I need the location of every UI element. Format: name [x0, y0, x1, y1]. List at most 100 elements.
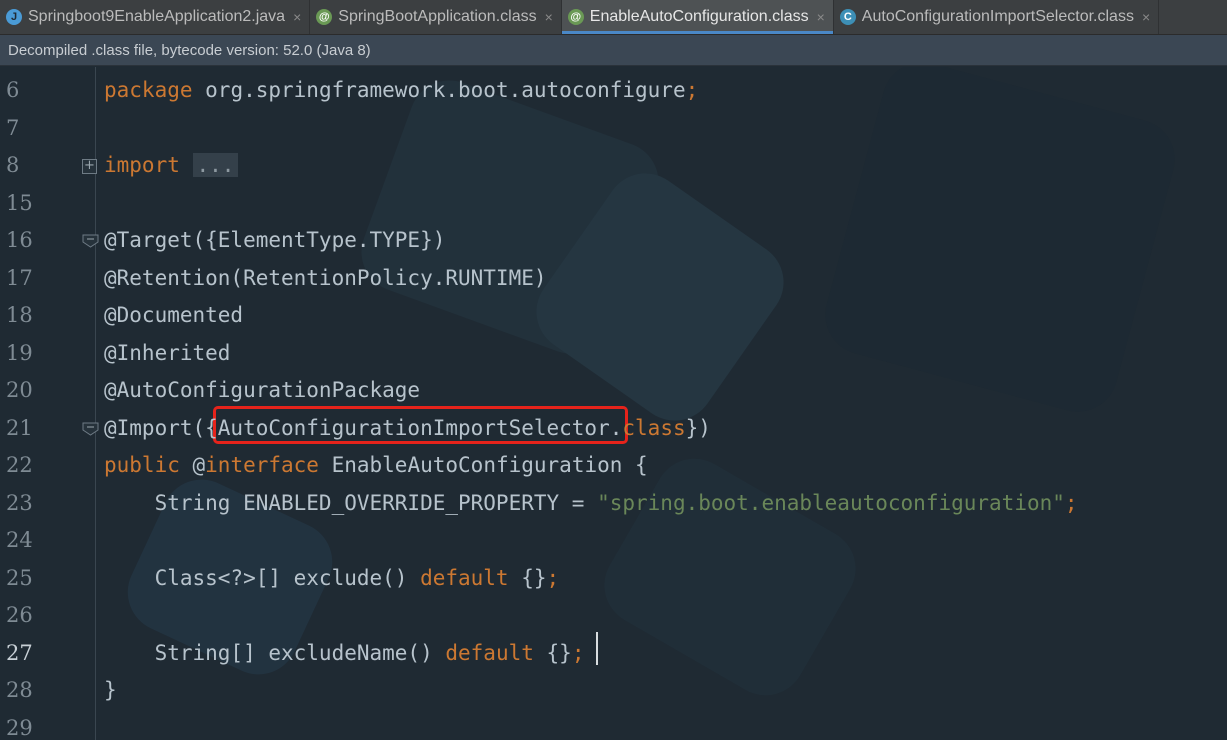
annotation-icon: @ — [316, 9, 333, 25]
code-token: @ — [179, 453, 206, 477]
keyword-token: ; — [571, 640, 585, 665]
java-file-icon: J — [6, 9, 22, 25]
code-text: public @interface EnableAutoConfiguratio… — [104, 447, 648, 484]
line-number: 20 — [6, 378, 33, 402]
code-line[interactable]: 15 — [0, 185, 1227, 222]
code-text: package org.springframework.boot.autocon… — [104, 72, 698, 109]
editor-tab[interactable]: @ SpringBootApplication.class × — [310, 0, 562, 34]
line-number: 27 — [6, 640, 33, 665]
code-text: @Target({ElementType.TYPE}) — [104, 222, 445, 259]
keyword-token: package — [104, 78, 193, 102]
line-number: 25 — [6, 565, 33, 590]
code-line[interactable]: 22 public @interface EnableAutoConfigurat… — [0, 447, 1227, 484]
class-icon: C — [839, 9, 856, 25]
code-line[interactable]: 28} — [0, 672, 1227, 709]
code-token: . — [609, 415, 623, 440]
close-icon[interactable]: × — [545, 9, 553, 25]
line-number: 8 — [6, 153, 20, 177]
code-line[interactable]: 6 package org.springframework.boot.autoco… — [0, 72, 1227, 109]
code-text: import ... — [104, 147, 239, 184]
fold-expand-icon[interactable]: + — [82, 159, 97, 174]
code-text: String[] excludeName() default {}; — [104, 635, 585, 672]
code-token: String ENABLED_OVERRIDE_PROPERTY = — [104, 490, 598, 515]
keyword-token: class — [622, 415, 686, 440]
fold-collapse-icon[interactable] — [82, 234, 99, 248]
code-token: @Documented — [104, 303, 244, 327]
code-token: } — [104, 678, 117, 702]
code-line[interactable]: 20 @AutoConfigurationPackage — [0, 372, 1227, 409]
code-line[interactable]: 17 @Retention(RetentionPolicy.RUNTIME) — [0, 260, 1227, 297]
decompiled-notice-text: Decompiled .class file, bytecode version… — [8, 41, 371, 59]
code-token: }) — [685, 415, 711, 440]
close-icon[interactable]: × — [1142, 9, 1150, 25]
keyword-token: import — [104, 153, 180, 177]
keyword-token: default — [420, 565, 509, 590]
code-text: @Documented — [104, 297, 243, 334]
code-line[interactable]: 29 — [0, 710, 1227, 740]
editor-tab-label: AutoConfigurationImportSelector.class — [861, 8, 1134, 25]
line-number: 6 — [6, 78, 20, 102]
annotation-icon: @ — [567, 9, 584, 25]
line-number: 19 — [6, 340, 33, 365]
close-icon[interactable]: × — [817, 9, 825, 25]
line-number: 24 — [6, 528, 33, 552]
fold-collapse-icon[interactable] — [82, 422, 99, 436]
code-token: @Target({ElementType.TYPE}) — [104, 228, 446, 252]
string-token: "spring.boot.enableautoconfiguration" — [597, 490, 1065, 515]
collapsed-imports[interactable]: ... — [192, 153, 239, 177]
editor-tab-bar: J Springboot9EnableApplication2.java × @ Spr… — [0, 0, 1227, 35]
code-line[interactable]: 21 @Import({AutoConfigurationImportSelect… — [0, 410, 1227, 447]
code-token: @Inherited — [104, 340, 231, 365]
code-text: @Retention(RetentionPolicy.RUNTIME) — [104, 260, 547, 297]
code-line[interactable]: 7 — [0, 110, 1227, 147]
line-number: 28 — [6, 678, 33, 702]
line-number: 29 — [6, 715, 33, 740]
code-text: @Import({AutoConfigurationImportSelector… — [104, 410, 711, 447]
line-number: 7 — [6, 115, 20, 140]
code-token: Class<?>[] exclude() — [104, 565, 421, 590]
editor-tab[interactable]: C AutoConfigurationImportSelector.class × — [834, 0, 1160, 34]
code-text: @Inherited — [104, 335, 230, 372]
code-editor[interactable]: 6 package org.springframework.boot.autoco… — [0, 67, 1227, 740]
code-line[interactable]: 27 String[] excludeName() default {}; — [0, 635, 1227, 672]
code-line[interactable]: 23 String ENABLED_OVERRIDE_PROPERTY = "s… — [0, 485, 1227, 522]
line-number: 26 — [6, 603, 33, 627]
editor-tab-label: Springboot9EnableApplication2.java — [28, 8, 286, 25]
keyword-token: ; — [1064, 490, 1078, 515]
code-line[interactable]: 26 — [0, 597, 1227, 634]
code-line[interactable]: 24 — [0, 522, 1227, 559]
line-number: 22 — [6, 453, 33, 477]
code-line[interactable]: 18 @Documented — [0, 297, 1227, 334]
keyword-token: default — [445, 640, 534, 665]
code-text: Class<?>[] exclude() default {}; — [104, 560, 560, 597]
code-line[interactable]: 8 + import ... — [0, 147, 1227, 184]
line-number: 17 — [6, 265, 33, 290]
code-line[interactable]: 16 @Target({ElementType.TYPE}) — [0, 222, 1227, 259]
code-token: {} — [508, 565, 547, 590]
editor-tab-label: SpringBootApplication.class — [338, 8, 537, 25]
line-number: 15 — [6, 190, 33, 215]
line-number: 16 — [6, 228, 33, 252]
keyword-token: ; — [546, 565, 560, 590]
code-token: String[] excludeName() — [104, 640, 446, 665]
code-text: } — [104, 672, 117, 709]
code-token: {} — [533, 640, 572, 665]
editor-tab[interactable]: @ EnableAutoConfiguration.class × — [561, 0, 834, 34]
code-token: org.springframework.boot.autoconfigure — [192, 78, 686, 102]
decompiled-notice: Decompiled .class file, bytecode version… — [0, 35, 1227, 66]
editor-tab[interactable]: J Springboot9EnableApplication2.java × — [0, 0, 311, 34]
line-number: 21 — [6, 415, 33, 440]
code-line[interactable]: 19 @Inherited — [0, 335, 1227, 372]
code-token: @Retention(RetentionPolicy.RUNTIME) — [104, 265, 547, 290]
code-text: String ENABLED_OVERRIDE_PROPERTY = "spri… — [104, 485, 1078, 522]
keyword-token: interface — [205, 453, 319, 477]
close-icon[interactable]: × — [293, 9, 301, 25]
code-token: @Import({AutoConfigurationImportSelector — [104, 415, 610, 440]
code-line[interactable]: 25 Class<?>[] exclude() default {}; — [0, 560, 1227, 597]
code-token: @AutoConfigurationPackage — [104, 378, 421, 402]
code-token: EnableAutoConfiguration { — [318, 453, 648, 477]
keyword-token: ; — [685, 78, 699, 102]
line-number: 23 — [6, 490, 33, 515]
code-text: @AutoConfigurationPackage — [104, 372, 420, 409]
